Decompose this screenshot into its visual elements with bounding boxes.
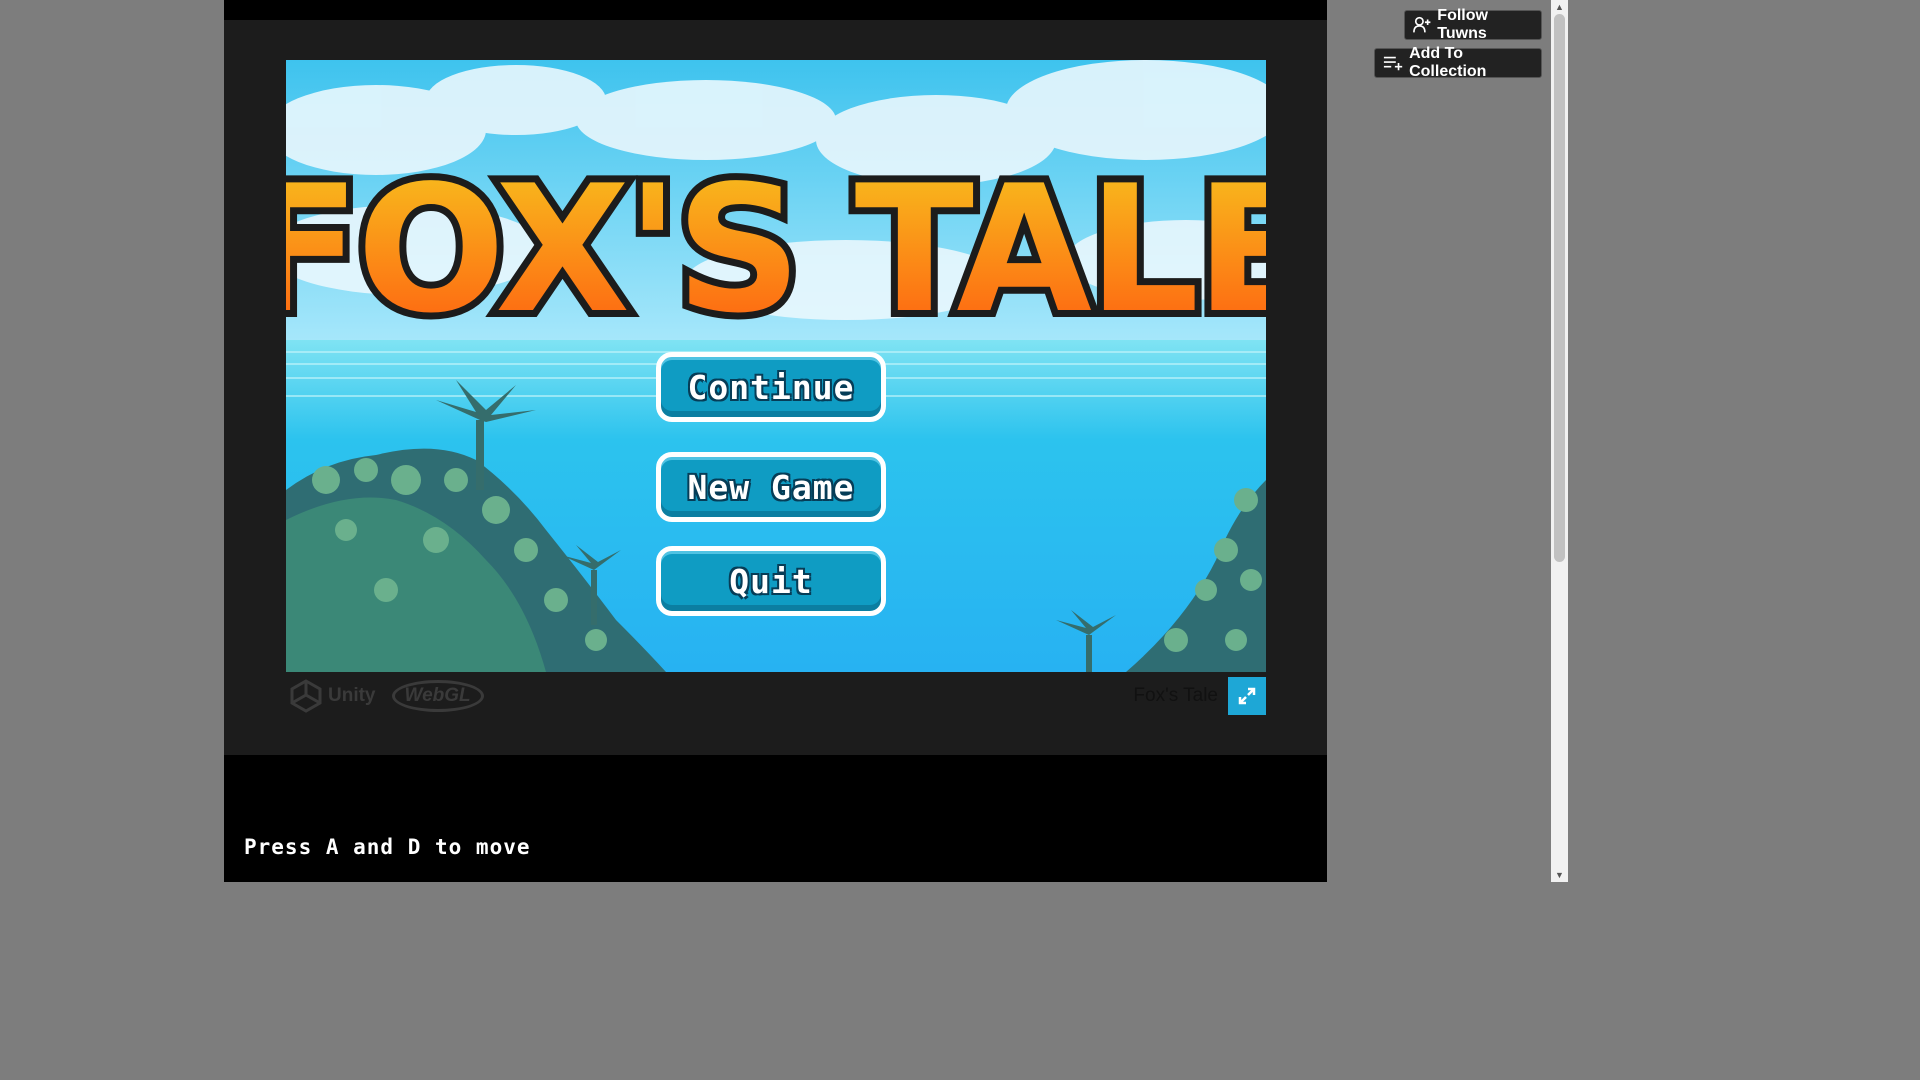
unity-footer: Unity WebGL Fox's Tale [286, 675, 1266, 719]
game-canvas[interactable]: FOX'S TALE Continue New Game Quit [286, 60, 1266, 672]
follow-button[interactable]: Follow Tuwns [1404, 7, 1542, 42]
title-logo: FOX'S TALE [286, 142, 1266, 359]
continue-button[interactable]: Continue [656, 352, 886, 422]
expand-icon [1238, 687, 1256, 705]
scroll-up-icon[interactable]: ▲ [1551, 0, 1568, 14]
fullscreen-button[interactable] [1228, 677, 1266, 715]
quit-button[interactable]: Quit [656, 546, 886, 616]
follow-label: Follow Tuwns [1437, 7, 1488, 42]
unity-cube-icon [290, 679, 322, 713]
game-page-column: FOX'S TALE Continue New Game Quit Unity … [224, 0, 1327, 882]
page-scrollbar[interactable]: ▲ ▼ [1551, 0, 1568, 882]
webgl-label: WebGL [391, 680, 484, 712]
game-name-label: Fox's Tale [1133, 685, 1218, 706]
title-logo-text: FOX'S TALE [286, 149, 1266, 352]
playlist-add-icon [1383, 56, 1403, 71]
scrollbar-thumb[interactable] [1554, 14, 1565, 562]
add-user-icon [1413, 16, 1431, 33]
unity-label: Unity [328, 685, 376, 706]
unity-webgl-logo: Unity WebGL [290, 679, 484, 713]
new-game-button[interactable]: New Game [656, 452, 886, 522]
collection-label: Add To Collection [1409, 45, 1487, 80]
game-frame: FOX'S TALE Continue New Game Quit Unity … [224, 20, 1327, 755]
controls-hint: Press A and D to move [244, 835, 531, 859]
add-to-collection-button[interactable]: Add To Collection [1374, 45, 1542, 80]
scroll-down-icon[interactable]: ▼ [1551, 868, 1568, 882]
